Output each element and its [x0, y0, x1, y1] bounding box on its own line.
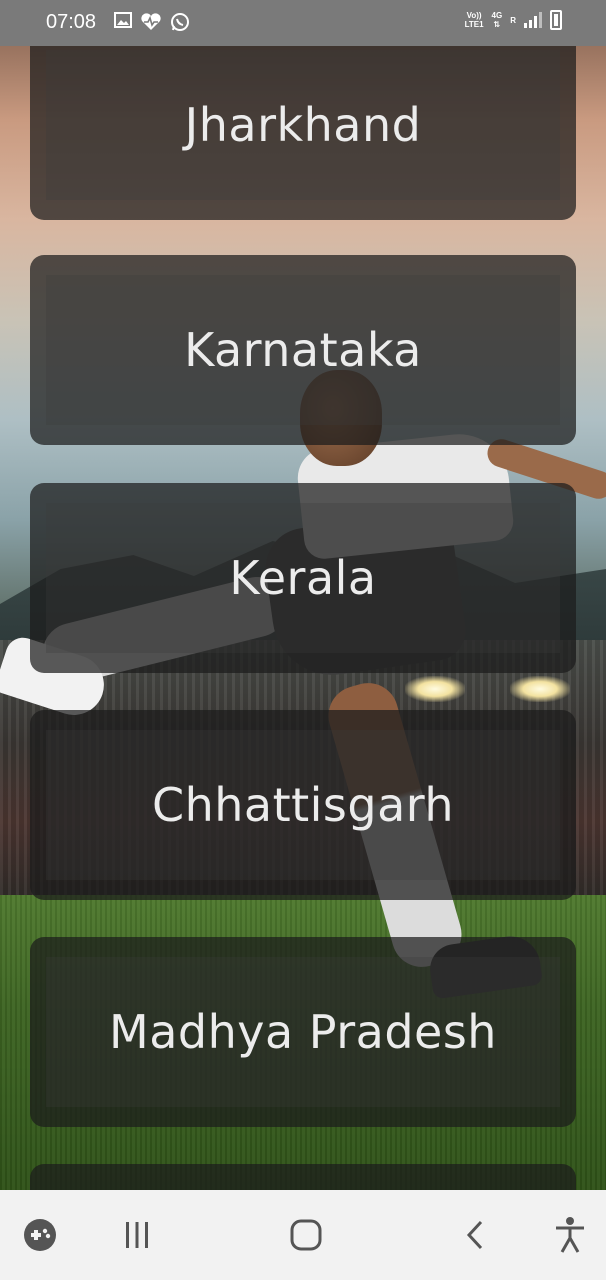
- state-card-kerala[interactable]: Kerala: [30, 483, 576, 673]
- status-right-group: Vo)) LTE1 4G ⇅ R: [465, 10, 562, 30]
- state-card-chhattisgarh[interactable]: Chhattisgarh: [30, 710, 576, 900]
- whatsapp-icon: [170, 12, 190, 32]
- card-inner: Karnataka: [46, 275, 560, 425]
- game-launcher-icon: [24, 1219, 56, 1251]
- recent-apps-icon: [126, 1222, 148, 1248]
- state-label: Jharkhand: [184, 98, 422, 152]
- status-time: 07:08: [46, 11, 97, 33]
- state-card-karnataka[interactable]: Karnataka: [30, 255, 576, 445]
- stadium-light: [405, 676, 465, 702]
- battery-icon: [550, 10, 562, 30]
- status-bar: 07:08 Vo)) LTE1 4G ⇅ R: [0, 0, 606, 46]
- recent-apps-button[interactable]: [92, 1190, 182, 1280]
- back-icon: [466, 1220, 483, 1250]
- state-label: Madhya Pradesh: [109, 1005, 497, 1059]
- roaming-indicator: R: [510, 15, 516, 25]
- home-button[interactable]: [261, 1190, 351, 1280]
- card-inner: Jharkhand: [46, 50, 560, 200]
- state-label: Chhattisgarh: [151, 778, 455, 832]
- back-button[interactable]: [431, 1190, 521, 1280]
- signal-icon: [524, 12, 542, 28]
- state-label: Kerala: [229, 551, 377, 605]
- stadium-light: [510, 676, 570, 702]
- game-launcher-button[interactable]: [0, 1190, 85, 1280]
- accessibility-button[interactable]: [525, 1190, 606, 1280]
- navigation-bar: [0, 1190, 606, 1280]
- accessibility-icon: [556, 1217, 584, 1253]
- gallery-icon: [114, 12, 132, 32]
- card-inner: Madhya Pradesh: [46, 957, 560, 1107]
- volte-indicator: Vo)) LTE1: [464, 11, 484, 29]
- card-inner: Kerala: [46, 503, 560, 653]
- state-card-madhya-pradesh[interactable]: Madhya Pradesh: [30, 937, 576, 1127]
- heart-icon: [140, 12, 162, 32]
- card-inner: Chhattisgarh: [46, 730, 560, 880]
- home-icon: [290, 1219, 322, 1251]
- state-card-jharkhand[interactable]: Jharkhand: [30, 30, 576, 220]
- 4g-indicator: 4G ⇅: [491, 11, 503, 29]
- state-label: Karnataka: [184, 323, 422, 377]
